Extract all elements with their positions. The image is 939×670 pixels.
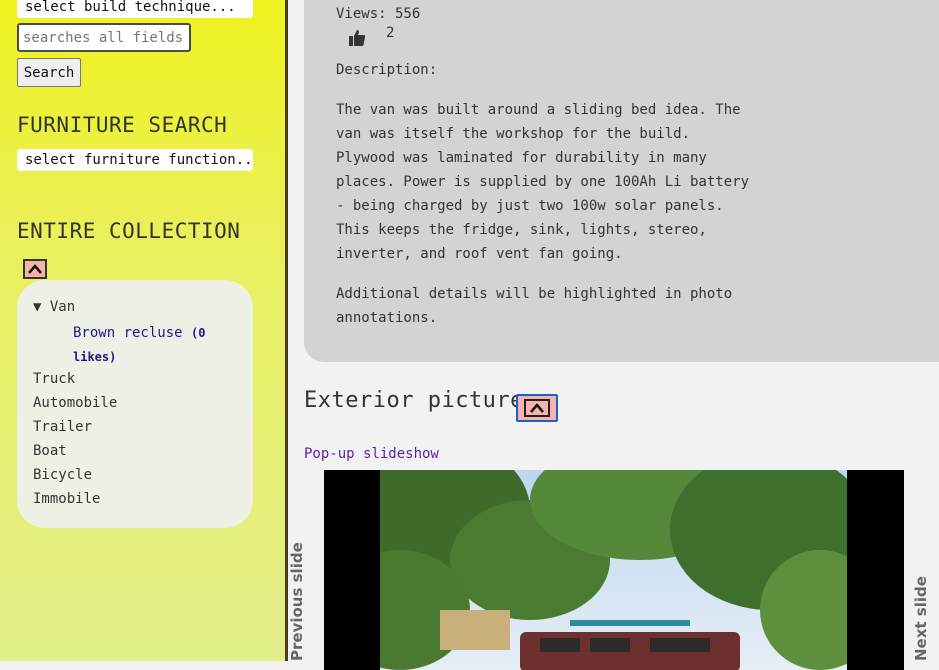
- tree-item-truck[interactable]: Truck: [33, 371, 75, 387]
- entire-collection-heading: ENTIRE COLLECTION: [17, 219, 241, 243]
- tree-item-immobile[interactable]: Immobile: [33, 491, 100, 507]
- search-button[interactable]: Search: [17, 58, 81, 87]
- description-card: Views: 556 2 Description: The van was bu…: [304, 0, 939, 362]
- tree-item-boat[interactable]: Boat: [33, 443, 67, 459]
- sidebar: select build technique... Search FURNITU…: [0, 0, 285, 661]
- tree-item-automobile[interactable]: Automobile: [33, 395, 117, 411]
- slideshow-frame: [324, 470, 904, 670]
- tree-item-trailer[interactable]: Trailer: [33, 419, 92, 435]
- next-slide-button[interactable]: Next slide: [912, 576, 930, 661]
- exterior-pictures-heading: Exterior pictures: [304, 388, 538, 413]
- van-exterior-photo[interactable]: [380, 470, 847, 670]
- photo-illustration: [380, 470, 847, 670]
- description-label: Description:: [336, 62, 438, 78]
- description-note: Additional details will be highlighted i…: [336, 286, 733, 326]
- description-paragraph: The van was built around a sliding bed i…: [336, 102, 750, 262]
- collection-tree: ▼ Van Brown recluse (0 likes) Truck Auto…: [17, 280, 253, 528]
- tree-item-bicycle[interactable]: Bicycle: [33, 467, 92, 483]
- collapse-button-frame: [524, 399, 550, 417]
- exterior-collapse-button[interactable]: [516, 394, 558, 422]
- furniture-search-heading: FURNITURE SEARCH: [17, 113, 228, 137]
- build-technique-select[interactable]: select build technique...: [17, 0, 253, 18]
- main-content: Views: 556 2 Description: The van was bu…: [288, 0, 939, 670]
- chevron-up-icon: [28, 264, 42, 274]
- tree-item-van[interactable]: ▼ Van: [33, 299, 75, 315]
- collection-collapse-button[interactable]: [23, 259, 47, 279]
- furniture-function-select[interactable]: select furniture function...: [17, 149, 253, 171]
- vehicle-name: Brown recluse: [73, 325, 183, 341]
- like-count: 2: [386, 25, 395, 41]
- search-input[interactable]: [17, 23, 191, 52]
- popup-slideshow-link[interactable]: Pop-up slideshow: [304, 446, 439, 462]
- tree-item-brown-recluse[interactable]: Brown recluse (0 likes): [73, 321, 223, 369]
- thumbs-up-icon[interactable]: [348, 29, 366, 47]
- previous-slide-button[interactable]: Previous slide: [288, 542, 306, 661]
- chevron-up-icon: [530, 403, 544, 413]
- views-count: Views: 556: [336, 6, 421, 22]
